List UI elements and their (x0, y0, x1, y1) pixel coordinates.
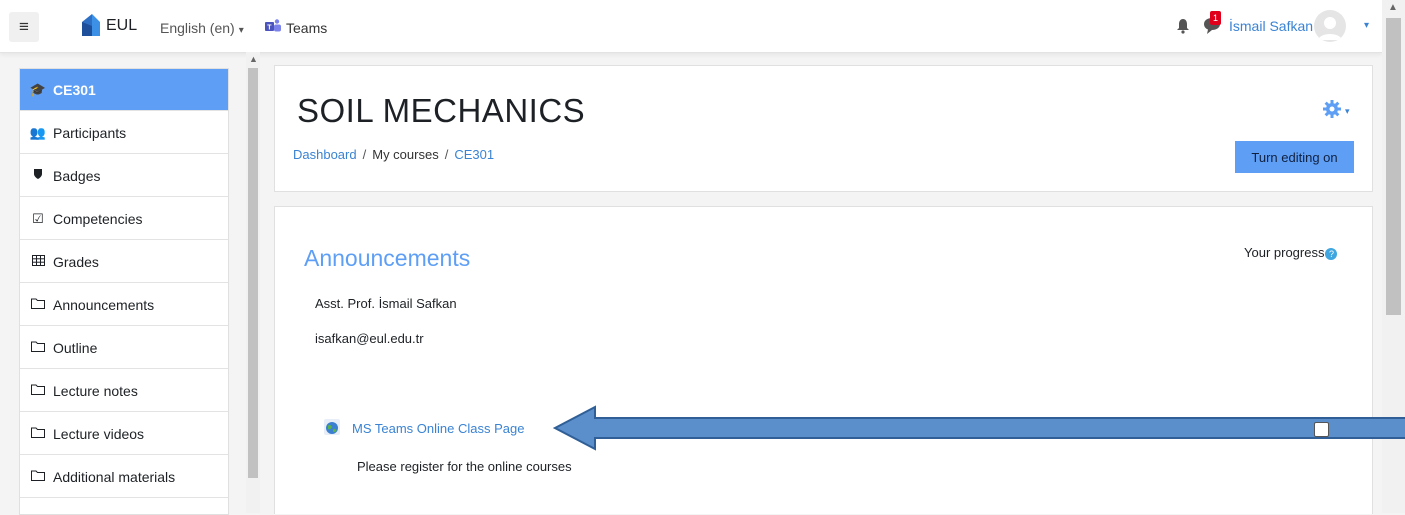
brand-name[interactable]: EUL (106, 17, 137, 35)
sidebar-scrollbar[interactable]: ▲ (246, 52, 260, 513)
scroll-up-icon[interactable]: ▲ (249, 54, 258, 64)
user-avatar-icon (1318, 17, 1342, 40)
activity-description: Please register for the online courses (357, 459, 572, 474)
sidebar-item-outline[interactable]: Outline (20, 327, 228, 369)
section-title: Announcements (304, 245, 471, 271)
sidebar-item-lecture-videos[interactable]: Lecture videos (20, 413, 228, 455)
your-progress: Your progress? (1244, 245, 1338, 260)
shield-icon (29, 168, 47, 183)
breadcrumb-separator: / (362, 147, 367, 162)
course-sidebar: 🎓 CE301 👥 Participants Badges ☑ Competen… (19, 68, 229, 515)
sidebar-item-participants[interactable]: 👥 Participants (20, 112, 228, 154)
breadcrumb-dashboard[interactable]: Dashboard (293, 147, 357, 162)
avatar[interactable] (1314, 10, 1346, 42)
user-name[interactable]: İsmail Safkan (1229, 18, 1313, 34)
sidebar-item-lecture-notes[interactable]: Lecture notes (20, 370, 228, 412)
breadcrumb: Dashboard / My courses / CE301 (293, 147, 494, 162)
sidebar-item-label: Lecture notes (53, 382, 138, 399)
breadcrumb-separator: / (444, 147, 449, 162)
user-menu-caret-icon[interactable]: ▾ (1364, 20, 1369, 31)
page-scrollbar-thumb[interactable] (1386, 18, 1401, 315)
folder-icon (29, 426, 47, 441)
check-square-icon: ☑ (32, 210, 44, 226)
instructor-email: isafkan@eul.edu.tr (315, 331, 424, 346)
folder-icon (29, 383, 47, 398)
chevron-down-icon[interactable]: ▾ (1345, 106, 1350, 117)
sidebar-item-label: Lecture videos (53, 425, 145, 442)
sidebar-item-label: Outline (53, 339, 98, 356)
sidebar-item-label: Competencies (53, 210, 143, 227)
instructor-name: Asst. Prof. İsmail Safkan (315, 296, 457, 311)
sidebar-item-additional-materials[interactable]: Additional materials (20, 456, 228, 498)
sidebar-item-label: CE301 (53, 81, 96, 98)
sidebar-item-label: Badges (53, 167, 101, 184)
gear-icon[interactable] (1323, 100, 1341, 118)
users-icon: 👥 (29, 124, 47, 140)
breadcrumb-course[interactable]: CE301 (454, 147, 494, 162)
sidebar-item-grades[interactable]: Grades (20, 241, 228, 283)
sidebar-item-label: Participants (53, 124, 127, 141)
teams-link[interactable]: Teams (286, 20, 327, 36)
sidebar-item-announcements[interactable]: Announcements (20, 284, 228, 326)
sidebar-item-label: Additional materials (53, 468, 176, 485)
turn-editing-on-button[interactable]: Turn editing on (1235, 141, 1354, 173)
scroll-up-icon[interactable]: ▲ (1388, 2, 1398, 13)
progress-label: Your progress (1244, 245, 1325, 260)
course-header: SOIL MECHANICS Dashboard / My courses / CE30… (274, 65, 1373, 192)
course-content: Announcements Your progress? Asst. Prof.… (274, 206, 1405, 514)
bell-icon[interactable] (1176, 18, 1190, 34)
folder-icon (29, 297, 47, 312)
sidebar-item-label: Announcements (53, 296, 155, 313)
top-navbar: ≡ EUL English (en) ▾ T Teams 1 İsmail Saf… (0, 0, 1382, 53)
chevron-down-icon: ▾ (238, 25, 244, 36)
hamburger-menu-icon[interactable]: ≡ (9, 12, 39, 42)
teams-icon: T (265, 19, 281, 32)
eul-logo[interactable] (78, 12, 102, 38)
folder-icon (29, 469, 47, 484)
sidebar-item-label: Grades (53, 253, 99, 270)
url-activity-icon[interactable] (323, 418, 341, 436)
svg-text:T: T (267, 25, 272, 32)
sidebar-scrollbar-thumb[interactable] (248, 68, 258, 478)
breadcrumb-my-courses[interactable]: My courses (372, 147, 438, 162)
notification-badge: 1 (1210, 11, 1221, 25)
table-icon (29, 254, 47, 269)
language-selector[interactable]: English (en) ▾ (160, 20, 244, 36)
help-icon[interactable]: ? (1325, 247, 1338, 260)
graduation-cap-icon: 🎓 (29, 81, 47, 97)
sidebar-item-course[interactable]: 🎓 CE301 (20, 69, 228, 111)
ms-teams-class-link[interactable]: MS Teams Online Class Page (352, 421, 524, 436)
arrow-left-icon (553, 405, 1405, 451)
language-label: English (en) (160, 20, 235, 36)
sidebar-item-competencies[interactable]: ☑ Competencies (20, 198, 228, 240)
sidebar-item-badges[interactable]: Badges (20, 155, 228, 197)
completion-checkbox[interactable] (1314, 422, 1329, 437)
page-title: SOIL MECHANICS (297, 92, 586, 129)
folder-icon (29, 340, 47, 355)
